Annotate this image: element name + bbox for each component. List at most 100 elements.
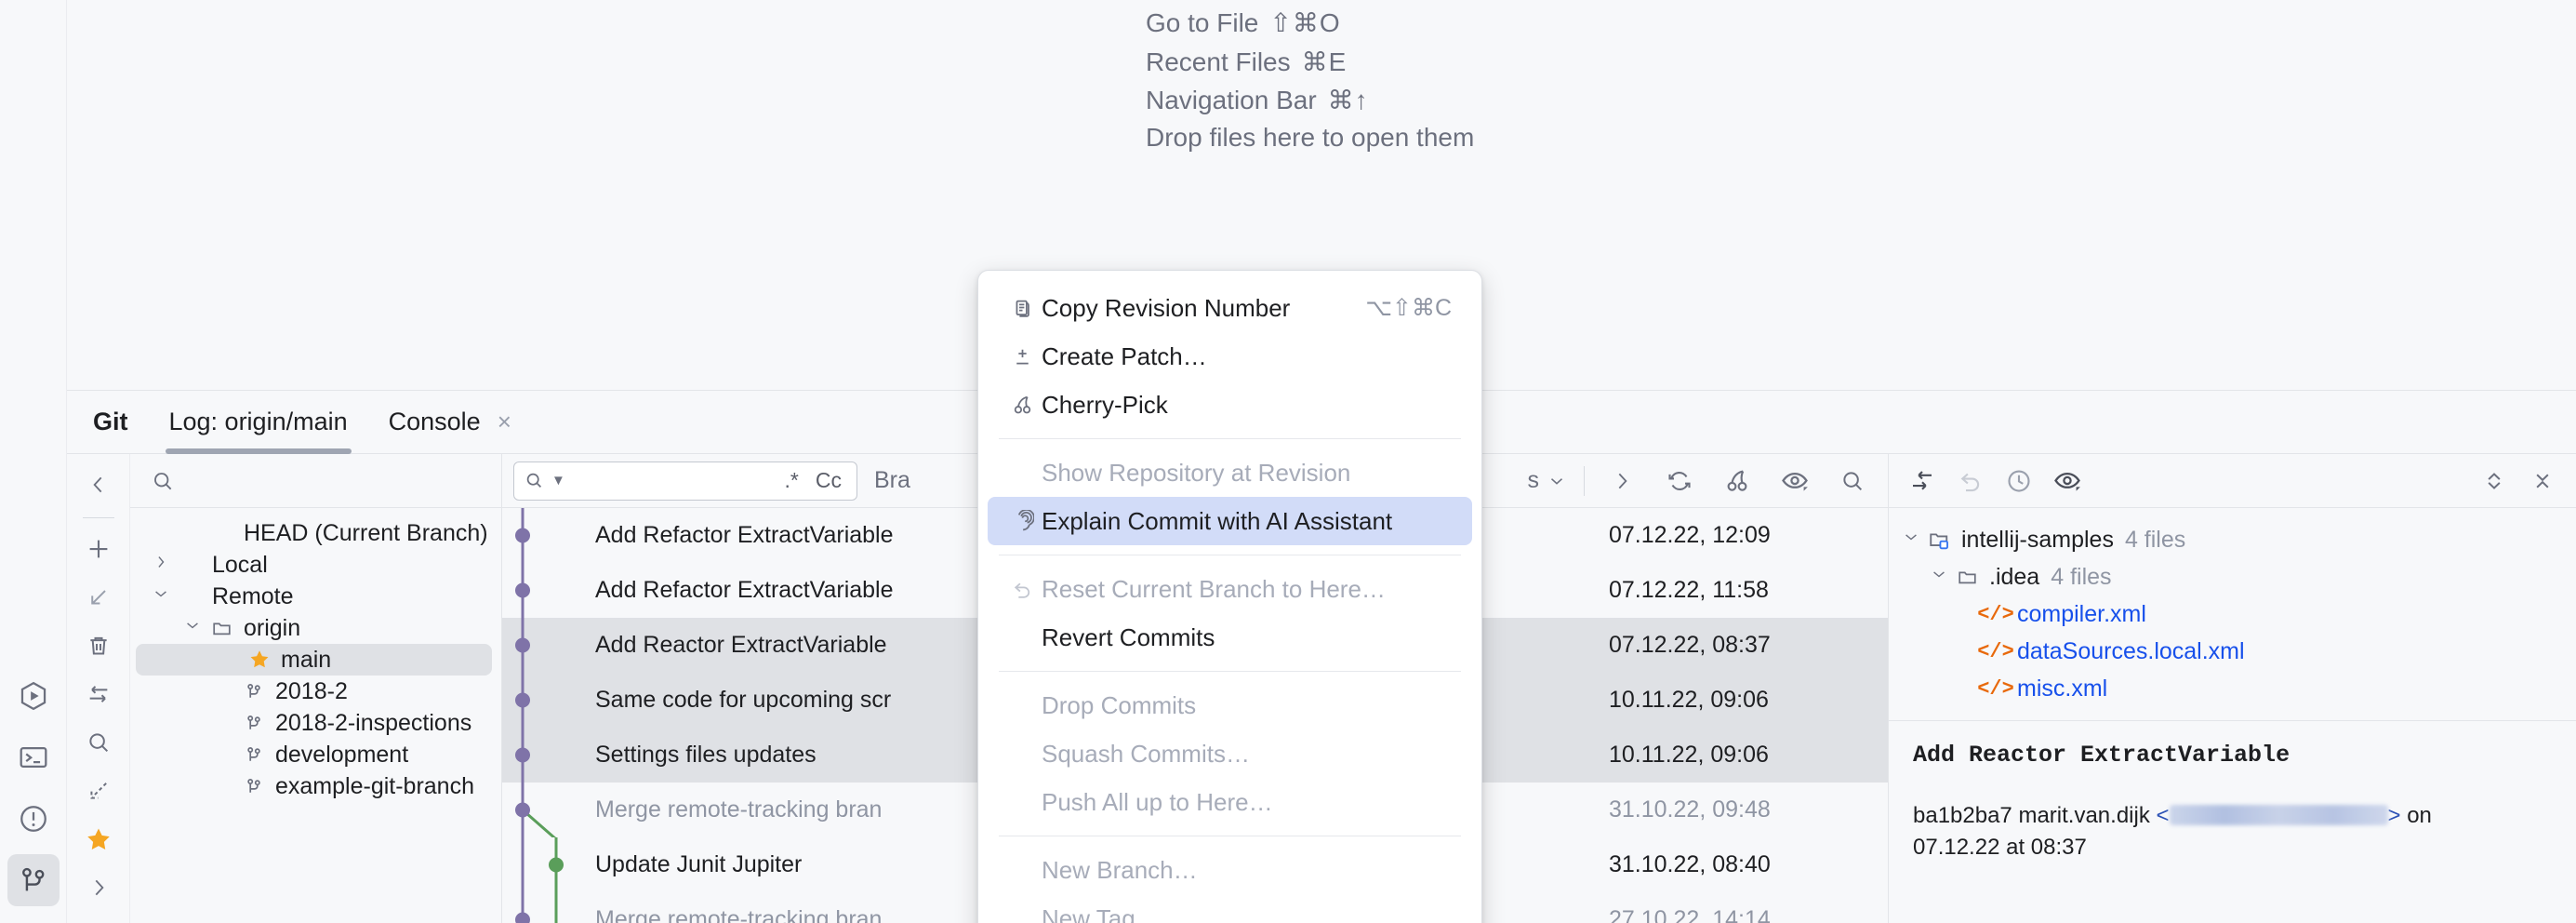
- branch-filter[interactable]: Bra: [874, 467, 910, 494]
- branch-tree-row[interactable]: example-git-branch: [130, 770, 501, 802]
- commit-hash: ba1b2ba7: [1913, 803, 2012, 828]
- context-menu-item[interactable]: Explain Commit with AI Assistant: [988, 497, 1472, 545]
- tab-console[interactable]: Console: [389, 391, 481, 454]
- context-menu-item[interactable]: Cherry-Pick: [988, 381, 1472, 429]
- cherry-pick-icon[interactable]: [1717, 461, 1758, 502]
- collapse-all-icon[interactable]: [74, 769, 123, 812]
- user-filter-label: s: [1528, 467, 1540, 494]
- details-toolbar: [1889, 454, 2576, 508]
- commit-graph: [502, 508, 595, 563]
- file-name: .idea: [1989, 564, 2039, 591]
- branch-tree-row[interactable]: development: [130, 739, 501, 770]
- commit-graph: [502, 783, 595, 837]
- hint-label: Recent Files: [1146, 47, 1291, 76]
- commit-date: 10.11.22, 09:06: [1609, 687, 1888, 714]
- collapse-left-icon[interactable]: [74, 463, 123, 506]
- delete-icon[interactable]: [74, 624, 123, 667]
- chevron-right-icon[interactable]: [147, 553, 175, 577]
- git-icon[interactable]: [7, 854, 60, 906]
- file-tree-folder-row[interactable]: .idea 4 files: [1889, 558, 2576, 595]
- context-menu-item-label: Create Patch…: [1042, 342, 1452, 371]
- branch-label: example-git-branch: [275, 773, 474, 800]
- branches-panel: HEAD (Current Branch)LocalRemoteoriginma…: [130, 454, 502, 923]
- cherry-pick-icon: [1003, 394, 1042, 417]
- user-filter[interactable]: s: [1528, 467, 1568, 494]
- file-tree-folder-row[interactable]: intellij-samples4 files: [1889, 521, 2576, 558]
- tab-close-icon[interactable]: ×: [498, 408, 511, 436]
- context-menu-item: Drop Commits: [988, 681, 1472, 729]
- hint-label: Drop files here to open them: [1146, 123, 1474, 152]
- ai-assistant-icon: [1003, 510, 1042, 533]
- branch-icon: [238, 743, 270, 766]
- refresh-icon[interactable]: [1659, 461, 1700, 502]
- context-menu-item-label: Push All up to Here…: [1042, 788, 1452, 817]
- hint-label: Go to File: [1146, 8, 1258, 37]
- branch-tree-row[interactable]: 2018-2: [130, 676, 501, 707]
- context-menu-item[interactable]: Copy Revision Number⌥⇧⌘C: [988, 284, 1472, 332]
- email-open-angle: <: [2157, 803, 2170, 828]
- regex-toggle[interactable]: .*: [779, 468, 804, 493]
- file-tree-file-row[interactable]: </>compiler.xml: [1889, 595, 2576, 633]
- branch-icon: [238, 712, 270, 734]
- favorite-icon[interactable]: [74, 818, 123, 861]
- toolbar-divider: [1584, 466, 1585, 496]
- collapse-icon[interactable]: [2522, 461, 2563, 502]
- branch-label: HEAD (Current Branch): [244, 520, 488, 547]
- context-menu-item: Show Repository at Revision: [988, 448, 1472, 497]
- file-count: 4 files: [2051, 564, 2111, 591]
- branch-tree-row[interactable]: 2018-2-inspections: [130, 707, 501, 739]
- show-diff-icon[interactable]: [1902, 461, 1943, 502]
- file-count: 4 files: [2125, 527, 2185, 554]
- file-name: misc.xml: [2017, 676, 2107, 702]
- file-tree-file-row[interactable]: </>misc.xml: [1889, 670, 2576, 707]
- tab-log-origin-main[interactable]: Log: origin/main: [169, 391, 348, 454]
- file-tree-file-row[interactable]: </>dataSources.local.xml: [1889, 633, 2576, 670]
- search-icon[interactable]: [74, 721, 123, 764]
- context-menu-item[interactable]: Revert Commits: [988, 613, 1472, 662]
- commit-details-panel: intellij-samples4 files .idea 4 files </>co…: [1888, 454, 2576, 923]
- expand-right-icon[interactable]: [1601, 461, 1642, 502]
- search-icon[interactable]: [1832, 461, 1873, 502]
- branch-search-field[interactable]: [130, 454, 501, 508]
- expand-right-icon[interactable]: [74, 866, 123, 909]
- preview-icon[interactable]: [2047, 461, 2088, 502]
- expand-collapse-icon[interactable]: [2474, 461, 2515, 502]
- new-branch-icon[interactable]: [74, 528, 123, 570]
- module-icon: [1924, 528, 1956, 552]
- chevron-down-icon[interactable]: [1926, 565, 1952, 589]
- chevron-down-icon[interactable]: [179, 616, 206, 640]
- left-tool-strip: [0, 0, 67, 923]
- toolbar-divider: [83, 517, 114, 518]
- commit-date: 07.12.22 at 08:37: [1913, 835, 2087, 860]
- revert-icon[interactable]: [1950, 461, 1991, 502]
- branch-tree-row[interactable]: Remote: [130, 581, 501, 612]
- terminal-icon[interactable]: [7, 731, 60, 783]
- branch-tree-row[interactable]: Local: [130, 549, 501, 581]
- context-menu-item-label: Cherry-Pick: [1042, 391, 1452, 420]
- run-icon[interactable]: [7, 670, 60, 722]
- chevron-down-icon[interactable]: [1898, 528, 1924, 552]
- compare-branches-icon[interactable]: [74, 673, 123, 716]
- context-menu-item[interactable]: Create Patch…: [988, 332, 1472, 381]
- branch-label: Remote: [212, 583, 294, 610]
- commit-date: 27.10.22, 14:14: [1609, 906, 1888, 923]
- byline-on: on: [2407, 803, 2432, 828]
- fetch-icon[interactable]: [74, 576, 123, 619]
- history-icon[interactable]: [1998, 461, 2039, 502]
- commit-byline: ba1b2ba7 marit.van.dijk <> on 07.12.22 a…: [1913, 800, 2556, 863]
- chevron-down-icon[interactable]: [147, 584, 175, 609]
- commit-graph: [502, 728, 595, 783]
- commit-email-redacted: [2170, 805, 2388, 825]
- context-menu-item: Squash Commits…: [988, 729, 1472, 778]
- problems-icon[interactable]: [7, 793, 60, 845]
- log-search-input[interactable]: ▼ .* Cc: [513, 462, 857, 501]
- folder-icon: [206, 617, 238, 639]
- match-case-toggle[interactable]: Cc: [810, 468, 847, 493]
- context-menu-item-shortcut: ⌥⇧⌘C: [1365, 294, 1452, 322]
- branch-tree-row[interactable]: HEAD (Current Branch): [130, 517, 501, 549]
- branch-tree-row[interactable]: main: [136, 644, 492, 676]
- context-menu-separator: [999, 438, 1461, 439]
- xml-file-icon: </>: [1980, 603, 2012, 626]
- show-details-icon[interactable]: [1774, 461, 1815, 502]
- branch-tree-row[interactable]: origin: [130, 612, 501, 644]
